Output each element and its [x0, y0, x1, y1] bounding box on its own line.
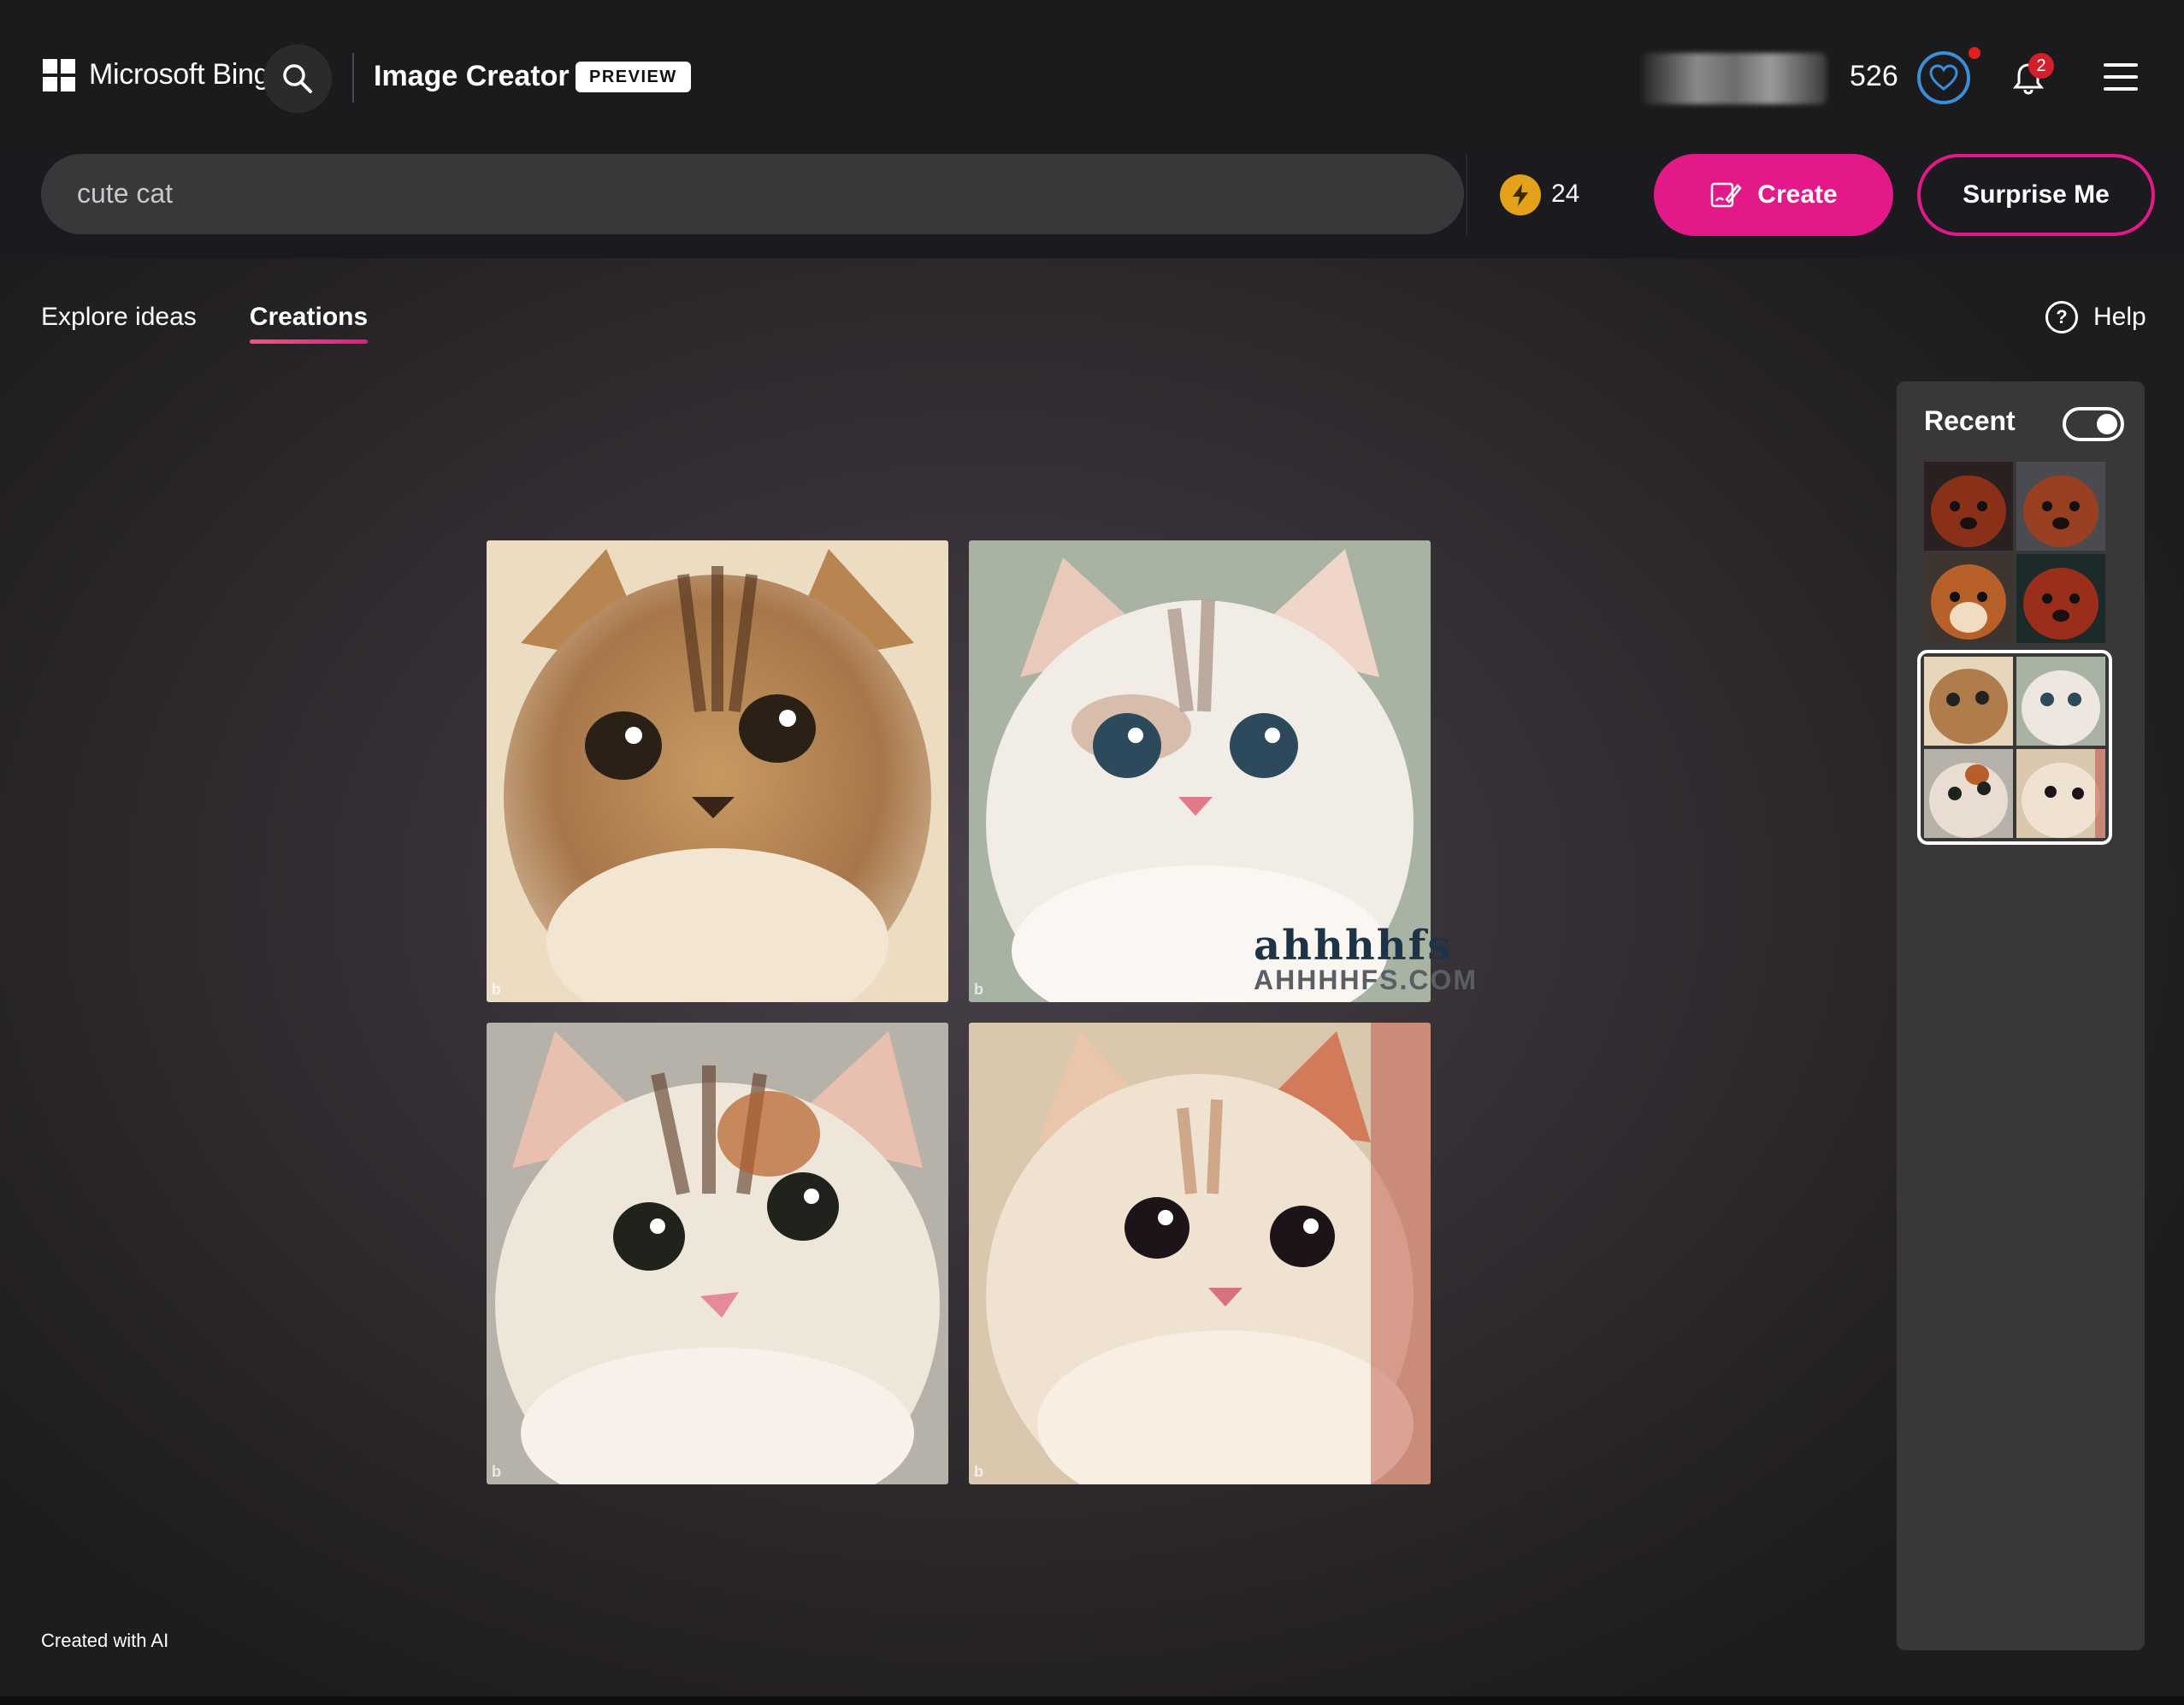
- recent-title: Recent: [1924, 405, 2016, 436]
- thumbnail: [1924, 749, 2013, 838]
- bottom-strip: [0, 1696, 2184, 1705]
- prompt-divider: [1466, 154, 1467, 234]
- create-brush-icon: [1711, 182, 1742, 208]
- generated-image-1[interactable]: b: [487, 540, 948, 1002]
- help-label: Help: [2093, 303, 2146, 331]
- thumbnail: [1924, 462, 2013, 551]
- watermark-line-1: ahhhhfs: [1254, 922, 1453, 970]
- generated-image-4[interactable]: b: [969, 1023, 1431, 1484]
- search-button[interactable]: [263, 44, 332, 113]
- tab-bar: Explore ideas Creations: [41, 303, 369, 344]
- notification-count-badge: 2: [2028, 53, 2054, 79]
- surprise-me-button[interactable]: Surprise Me: [1917, 154, 2155, 236]
- bing-watermark-icon: b: [974, 1463, 983, 1480]
- generated-image-3[interactable]: b: [487, 1023, 948, 1484]
- rewards-alert-dot: [1969, 47, 1980, 59]
- prompt-input-container[interactable]: cute cat 24: [41, 154, 1579, 234]
- create-label: Create: [1757, 180, 1838, 209]
- thumbnail: [2016, 657, 2105, 746]
- header-divider: [352, 53, 354, 103]
- help-icon: ?: [2045, 301, 2078, 333]
- rewards-button[interactable]: [1917, 51, 1970, 104]
- recent-creation-puppies[interactable]: [1924, 462, 2105, 643]
- help-link[interactable]: ? Help: [2045, 301, 2146, 333]
- tab-explore-ideas[interactable]: Explore ideas: [41, 303, 197, 344]
- search-icon: [283, 64, 312, 93]
- bing-watermark-icon: b: [492, 1463, 501, 1480]
- cat-image: [487, 540, 948, 1002]
- toggle-knob: [2097, 414, 2117, 434]
- create-button[interactable]: Create: [1654, 154, 1893, 236]
- prompt-input[interactable]: cute cat: [77, 178, 173, 209]
- site-watermark: ahhhhfs AHHHHFS.COM: [1254, 922, 1478, 996]
- created-with-ai-note: Created with AI: [41, 1630, 169, 1651]
- boost-bolt-icon: [1500, 174, 1541, 215]
- thumbnail: [2016, 554, 2105, 643]
- boost-count: 24: [1551, 180, 1580, 208]
- watermark-line-2: AHHHHFS.COM: [1254, 965, 1478, 995]
- tab-creations[interactable]: Creations: [249, 303, 369, 344]
- bing-home-link[interactable]: Microsoft Bing: [43, 58, 270, 91]
- hamburger-menu-icon[interactable]: [2104, 63, 2138, 91]
- rewards-heart-icon: [1929, 64, 1958, 91]
- cat-image: [969, 1023, 1431, 1484]
- cat-image: [487, 1023, 948, 1484]
- thumbnail: [1924, 554, 2013, 643]
- recent-toggle[interactable]: [2063, 407, 2124, 441]
- thumbnail: [2016, 462, 2105, 551]
- recent-panel: Recent: [1897, 381, 2145, 1650]
- main-content: Explore ideas Creations ? Help b b b b a…: [0, 258, 2184, 1705]
- thumbnail: [1924, 657, 2013, 746]
- windows-logo-icon: [43, 58, 75, 91]
- app-title[interactable]: Image Creator: [374, 60, 570, 93]
- recent-creation-cute-cat[interactable]: [1917, 650, 2112, 845]
- thumbnail: [2016, 749, 2105, 838]
- user-name-blurred[interactable]: [1642, 53, 1827, 104]
- rewards-points[interactable]: 526: [1850, 60, 1898, 93]
- bing-watermark-icon: b: [492, 981, 501, 998]
- bing-watermark-icon: b: [974, 981, 983, 998]
- top-bar: Microsoft Bing Image Creator PREVIEW 526…: [0, 0, 2184, 156]
- brand-name: Microsoft Bing: [89, 58, 270, 91]
- preview-badge: PREVIEW: [576, 62, 691, 92]
